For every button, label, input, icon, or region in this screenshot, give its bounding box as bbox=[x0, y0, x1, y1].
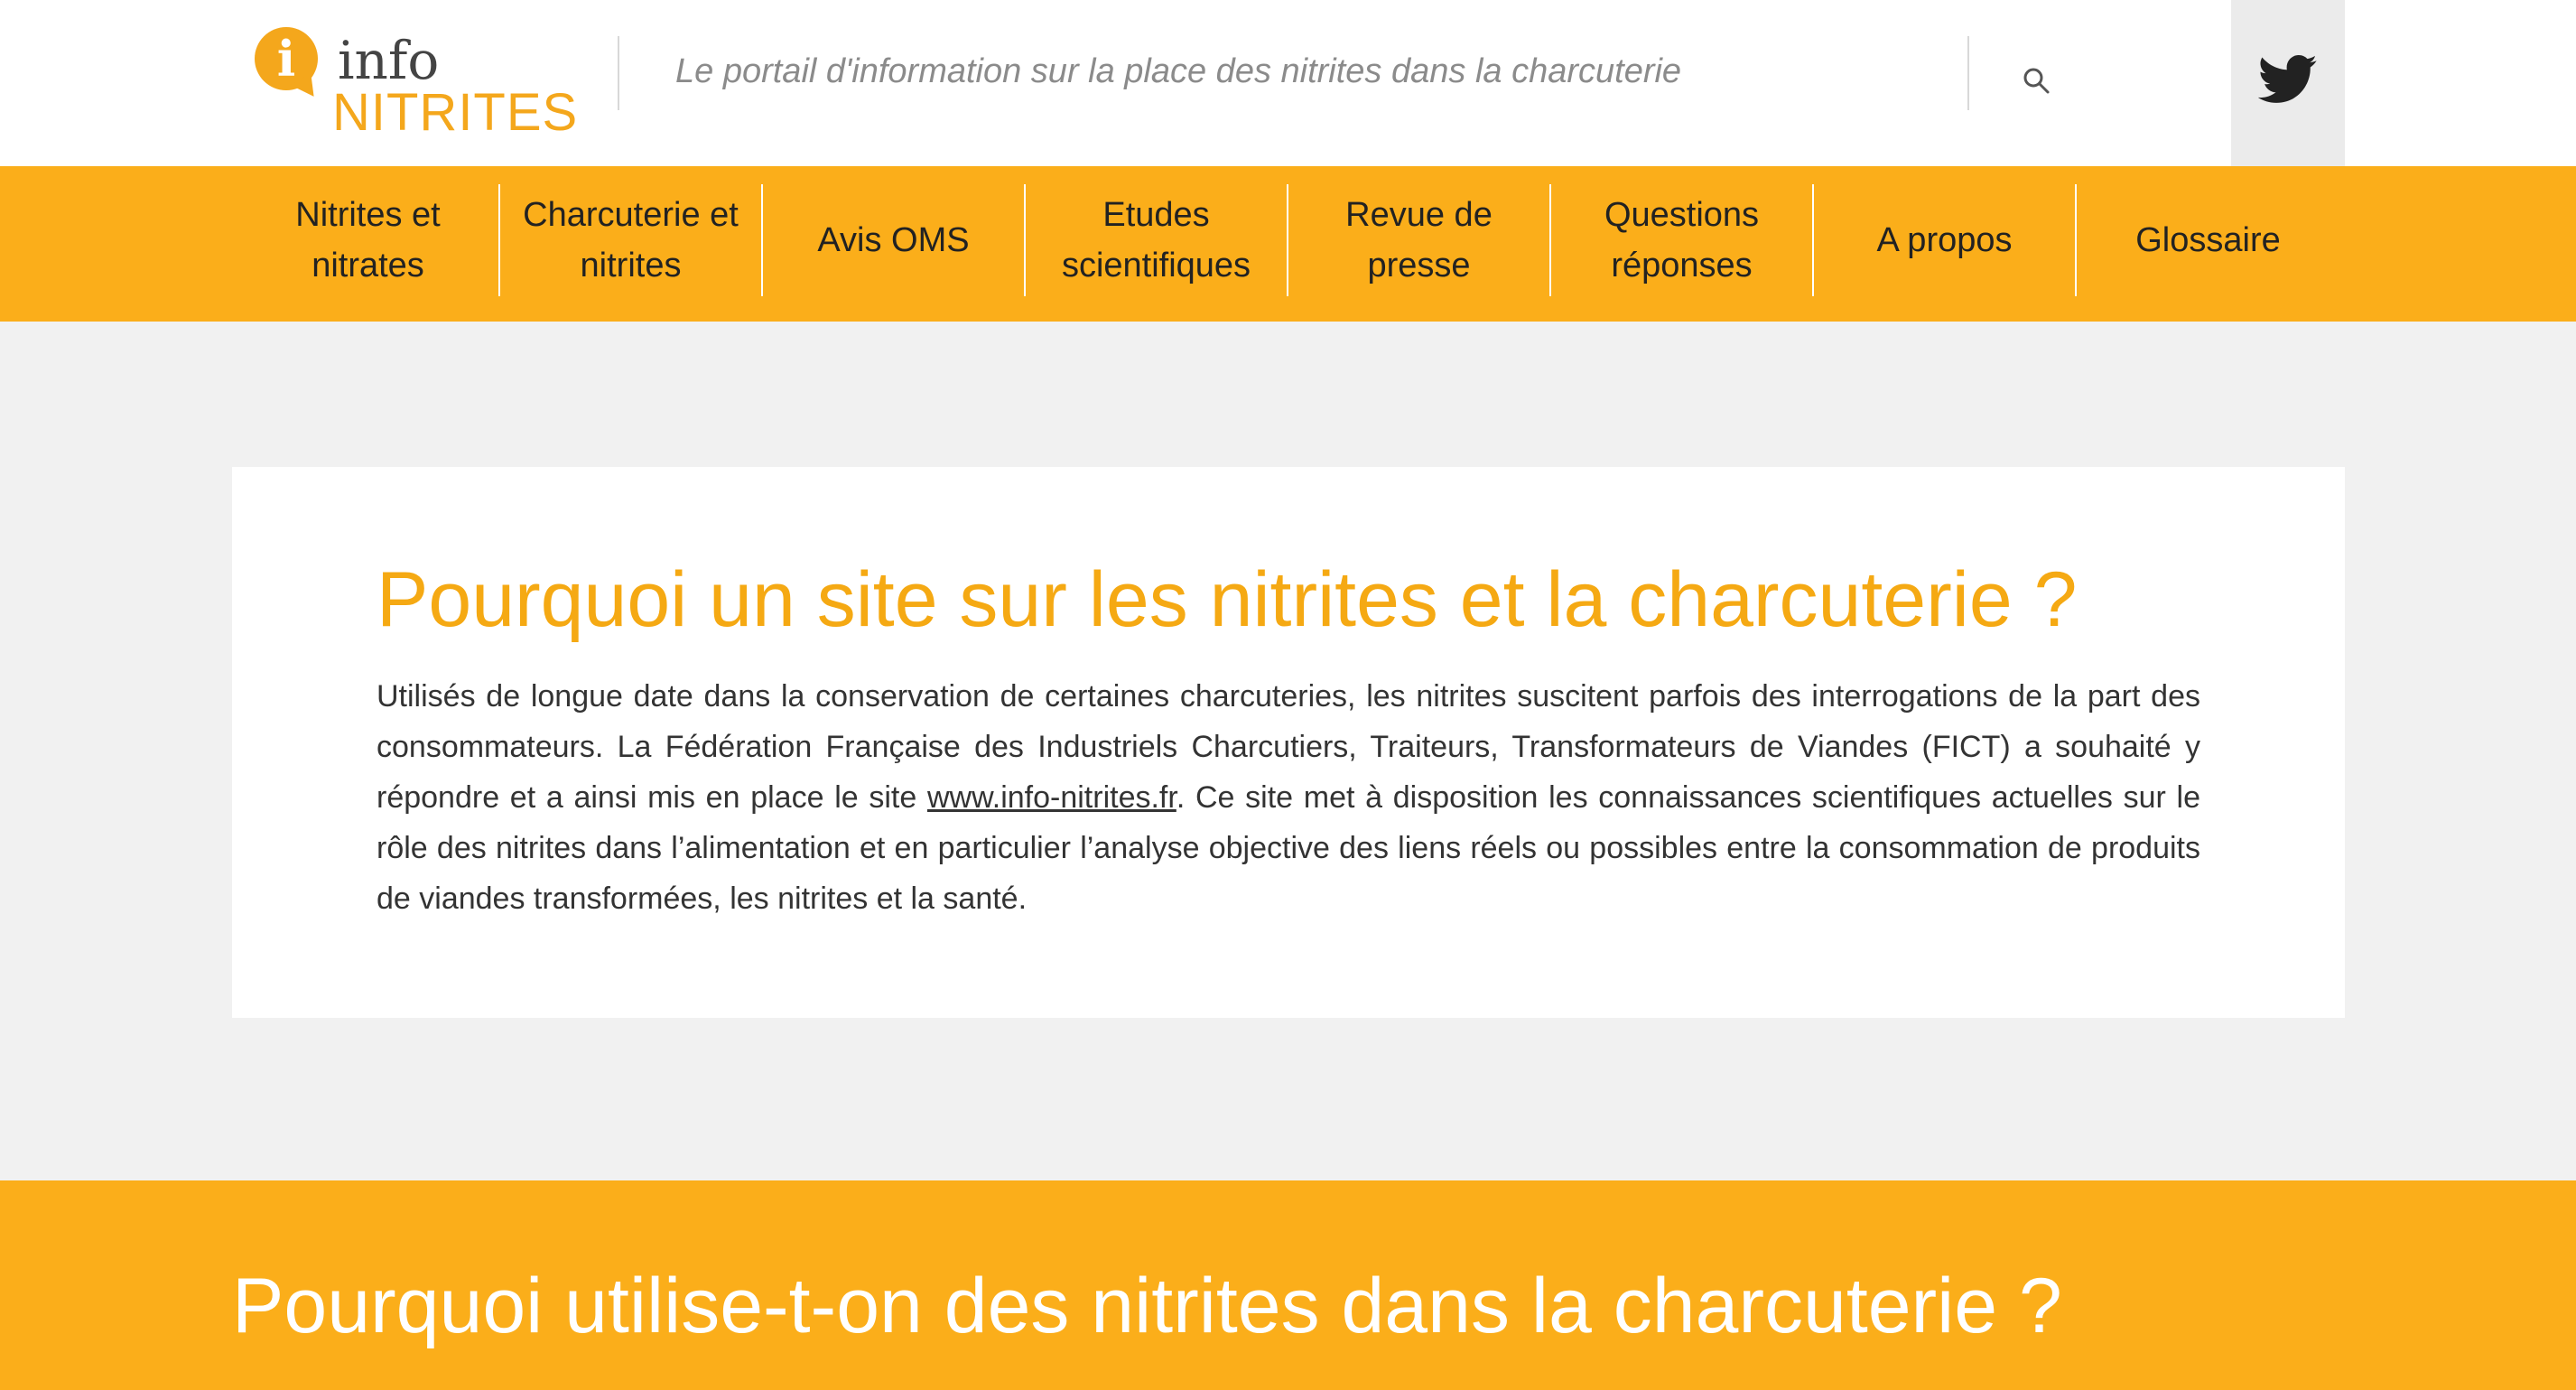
nav-item-questions-reponses[interactable]: Questions réponses bbox=[1551, 184, 1814, 296]
main-navigation: Nitrites et nitrates Charcuterie et nitr… bbox=[0, 166, 2576, 322]
nav-item-avis-oms[interactable]: Avis OMS bbox=[763, 184, 1026, 296]
nav-item-glossaire[interactable]: Glossaire bbox=[2077, 184, 2339, 296]
nav-item-charcuterie-nitrites[interactable]: Charcuterie et nitrites bbox=[500, 184, 763, 296]
site-link[interactable]: www.info-nitrites.fr bbox=[927, 780, 1176, 815]
intro-paragraph: Utilisés de longue date dans la conserva… bbox=[377, 671, 2200, 924]
nav-item-revue-presse[interactable]: Revue de presse bbox=[1288, 184, 1551, 296]
logo-info-text: info bbox=[338, 30, 440, 91]
header-divider bbox=[618, 36, 619, 110]
info-i-glyph: i bbox=[276, 30, 296, 88]
nav-item-a-propos[interactable]: A propos bbox=[1814, 184, 2077, 296]
search-icon[interactable] bbox=[2019, 63, 2055, 99]
intro-title: Pourquoi un site sur les nitrites et la … bbox=[377, 556, 2078, 643]
logo-nitrites-text: NITRITES bbox=[332, 83, 579, 142]
section-band: Pourquoi utilise-t-on des nitrites dans … bbox=[0, 1180, 2576, 1390]
twitter-icon bbox=[2258, 55, 2317, 103]
site-logo[interactable]: i info NITRITES bbox=[255, 23, 580, 141]
header-divider bbox=[1967, 36, 1969, 110]
nav-item-etudes-scientifiques[interactable]: Etudes scientifiques bbox=[1026, 184, 1288, 296]
intro-card: Pourquoi un site sur les nitrites et la … bbox=[232, 467, 2345, 1018]
site-tagline: Le portail d'information sur la place de… bbox=[675, 52, 1682, 90]
section-title: Pourquoi utilise-t-on des nitrites dans … bbox=[232, 1263, 2062, 1349]
site-header: i info NITRITES Le portail d'information… bbox=[0, 0, 2576, 166]
nav-item-nitrites-nitrates[interactable]: Nitrites et nitrates bbox=[237, 184, 500, 296]
twitter-button[interactable] bbox=[2231, 0, 2345, 166]
